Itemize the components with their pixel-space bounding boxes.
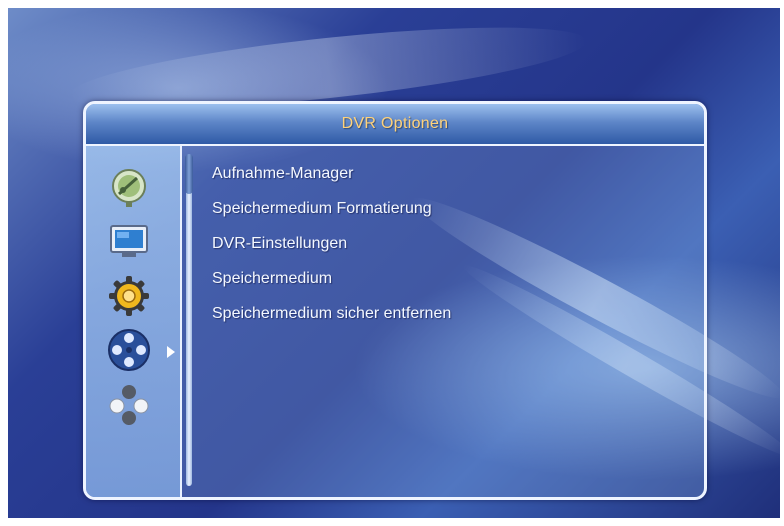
scrollbar-track[interactable] — [186, 156, 192, 486]
scrollbar-thumb[interactable] — [185, 154, 193, 194]
title-bar: DVR Optionen — [86, 104, 704, 146]
menu-item-speichermedium-formatierung[interactable]: Speichermedium Formatierung — [212, 191, 682, 226]
dvr-options-window: DVR Optionen Aufnahme-Manager Speicherme… — [83, 101, 707, 500]
menu-item-aufnahme-manager[interactable]: Aufnahme-Manager — [212, 156, 682, 191]
menu-item-dvr-einstellungen[interactable]: DVR-Einstellungen — [212, 226, 682, 261]
menu-item-speichermedium[interactable]: Speichermedium — [212, 261, 682, 296]
dvr-options-menu: Aufnahme-Manager Speichermedium Formatie… — [212, 156, 682, 331]
film-reel-icon[interactable] — [107, 328, 151, 372]
satellite-dish-icon[interactable] — [107, 166, 151, 210]
molecule-tools-icon[interactable] — [107, 382, 151, 426]
menu-item-speichermedium-sicher-entfernen[interactable]: Speichermedium sicher entfernen — [212, 296, 682, 331]
tv-monitor-icon[interactable] — [107, 220, 151, 264]
window-title: DVR Optionen — [341, 115, 449, 132]
settings-gear-icon[interactable] — [107, 274, 151, 318]
selected-category-arrow — [167, 346, 175, 358]
tv-screen: DVR Optionen Aufnahme-Manager Speicherme… — [8, 8, 780, 518]
category-sidebar — [86, 146, 182, 497]
